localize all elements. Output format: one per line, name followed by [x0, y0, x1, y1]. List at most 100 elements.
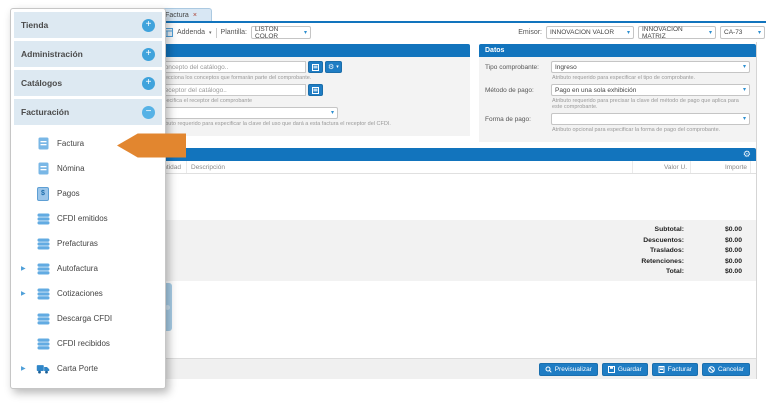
- chevron-down-icon: ▾: [709, 30, 712, 36]
- menu-item-autofactura[interactable]: ▶ Autofactura: [14, 256, 162, 281]
- previsualizar-button[interactable]: Previsualizar: [539, 363, 598, 376]
- chevron-down-icon: ▾: [743, 64, 746, 70]
- database-icon: [36, 288, 50, 300]
- forma-pago-select[interactable]: ▾: [551, 113, 750, 125]
- traslados-value: $0.00: [684, 246, 742, 255]
- section-label: Tienda: [21, 20, 48, 30]
- menu-item-label: CFDI recibidos: [57, 339, 110, 348]
- emisor-company-select[interactable]: INNOVACION VALOR ▾: [546, 26, 634, 39]
- preview-icon: [545, 366, 552, 373]
- retenciones-label: Retenciones:: [641, 257, 684, 266]
- menu-item-label: Autofactura: [57, 264, 98, 273]
- datos-panel-header: Datos: [479, 44, 756, 57]
- invoice-toolbar: Addenda ▾ Plantilla: LISTON COLOR ▾ Emis…: [150, 23, 766, 42]
- column-importe: Importe: [690, 161, 750, 173]
- chevron-down-icon: ▾: [627, 30, 630, 36]
- collapse-minus-icon[interactable]: −: [142, 106, 155, 119]
- retenciones-value: $0.00: [684, 257, 742, 266]
- menu-item-descarga-cfdi[interactable]: Descarga CFDI: [14, 306, 162, 331]
- menu-item-label: Nómina: [57, 164, 85, 173]
- expand-plus-icon[interactable]: +: [142, 48, 155, 61]
- database-icon: [36, 338, 50, 350]
- receptor-search-input[interactable]: [156, 84, 306, 96]
- metodo-pago-select[interactable]: Pago en una sola exhibición ▾: [551, 84, 750, 96]
- chevron-down-icon: ▾: [304, 30, 307, 36]
- invoice-page: Factura × Addenda ▾ Plantilla: LISTON CO…: [150, 8, 766, 379]
- facturar-label: Facturar: [668, 366, 692, 373]
- plantilla-value: LISTON COLOR: [255, 26, 301, 40]
- tipo-comprobante-label: Tipo comprobante:: [485, 61, 551, 71]
- concepto-settings-button[interactable]: ⚙ ▾: [325, 61, 342, 73]
- tab-label: Factura: [165, 12, 189, 19]
- chevron-right-icon[interactable]: ▶: [21, 265, 29, 272]
- uso-cfdi-select[interactable]: ▾: [156, 107, 338, 119]
- chevron-down-icon: ▾: [743, 116, 746, 122]
- document-icon: [36, 162, 50, 175]
- menu-item-cfdi-recibidos[interactable]: CFDI recibidos: [14, 331, 162, 356]
- chevron-down-icon: ▾: [743, 87, 746, 93]
- expand-plus-icon[interactable]: +: [142, 19, 155, 32]
- menu-item-prefacturas[interactable]: Prefacturas: [14, 231, 162, 256]
- metodo-pago-help: Atributo requerido para precisar la clav…: [552, 98, 750, 110]
- section-label: Facturación: [21, 107, 69, 117]
- receptor-list-button[interactable]: [308, 84, 323, 96]
- list-icon: [312, 64, 319, 71]
- menu-item-label: Descarga CFDI: [57, 314, 112, 323]
- menu-item-pagos[interactable]: $ Pagos: [14, 181, 162, 206]
- document-icon: [36, 137, 50, 150]
- database-icon: [36, 263, 50, 275]
- tipo-comprobante-select[interactable]: Ingreso ▾: [551, 61, 750, 73]
- tab-bar: Factura ×: [150, 8, 766, 23]
- metodo-pago-value: Pago en una sola exhibición: [555, 87, 636, 94]
- database-icon: [36, 313, 50, 325]
- chevron-right-icon[interactable]: ▶: [21, 290, 29, 297]
- grid-settings-icon[interactable]: ⚙: [743, 150, 751, 159]
- guardar-label: Guardar: [618, 366, 642, 373]
- menu-item-label: Prefacturas: [57, 239, 98, 248]
- emisor-company-value: INNOVACION VALOR: [550, 29, 614, 36]
- expand-plus-icon[interactable]: +: [142, 77, 155, 90]
- concepto-list-button[interactable]: [308, 61, 323, 73]
- chevron-down-icon: ▾: [331, 110, 334, 116]
- conceptos-panel-header: [150, 44, 470, 57]
- emisor-serie-select[interactable]: CA-73 ▾: [720, 26, 765, 39]
- menu-section-administracion[interactable]: Administración +: [14, 41, 162, 67]
- chevron-right-icon[interactable]: ▶: [21, 365, 29, 372]
- menu-item-cotizaciones[interactable]: ▶ Cotizaciones: [14, 281, 162, 306]
- traslados-label: Traslados:: [650, 246, 684, 255]
- cancelar-button[interactable]: Cancelar: [702, 363, 750, 376]
- menu-section-facturacion[interactable]: Facturación −: [14, 99, 162, 125]
- menu-section-tienda[interactable]: Tienda +: [14, 12, 162, 38]
- navigation-menu: Tienda + Administración + Catálogos + Fa…: [10, 8, 166, 389]
- emisor-branch-value: INNOVACION MATRIZ: [642, 26, 706, 40]
- menu-item-label: Cotizaciones: [57, 289, 103, 298]
- menu-item-cfdi-emitidos[interactable]: CFDI emitidos: [14, 206, 162, 231]
- toolbar-divider: [216, 28, 217, 38]
- concepto-search-input[interactable]: [156, 61, 306, 73]
- uso-help-text: Atributo requerido para especificar la c…: [157, 121, 464, 127]
- emisor-serie-value: CA-73: [724, 29, 742, 36]
- menu-item-nomina[interactable]: Nómina: [14, 156, 162, 181]
- emisor-branch-select[interactable]: INNOVACION MATRIZ ▾: [638, 26, 716, 39]
- section-label: Administración: [21, 49, 83, 59]
- column-end: [750, 161, 756, 173]
- addenda-button[interactable]: Addenda: [177, 29, 205, 36]
- chevron-down-icon: ▾: [336, 64, 339, 70]
- menu-section-catalogos[interactable]: Catálogos +: [14, 70, 162, 96]
- metodo-pago-label: Método de pago:: [485, 84, 551, 94]
- forma-pago-label: Forma de pago:: [485, 113, 551, 123]
- database-icon: [36, 238, 50, 250]
- facturar-button[interactable]: Facturar: [652, 363, 698, 376]
- descuentos-value: $0.00: [684, 236, 742, 245]
- facturacion-submenu: Factura Nómina $ Pagos CFDI emitidos: [14, 128, 162, 381]
- menu-item-carta-porte[interactable]: ▶ Carta Porte: [14, 356, 162, 381]
- guardar-button[interactable]: Guardar: [602, 363, 648, 376]
- tipo-comprobante-help: Atributo requerido para especificar el t…: [552, 75, 750, 81]
- action-bar: Previsualizar Guardar Facturar Cancelar: [150, 358, 756, 379]
- plantilla-select[interactable]: LISTON COLOR ▾: [251, 26, 311, 39]
- tipo-comprobante-value: Ingreso: [555, 64, 577, 71]
- cancel-icon: [708, 366, 715, 373]
- receptor-help-text: Especifica el receptor del comprobante: [157, 98, 464, 104]
- close-icon[interactable]: ×: [193, 12, 197, 19]
- items-column-headers: Cantidad Descripción Valor U. Importe: [150, 161, 756, 174]
